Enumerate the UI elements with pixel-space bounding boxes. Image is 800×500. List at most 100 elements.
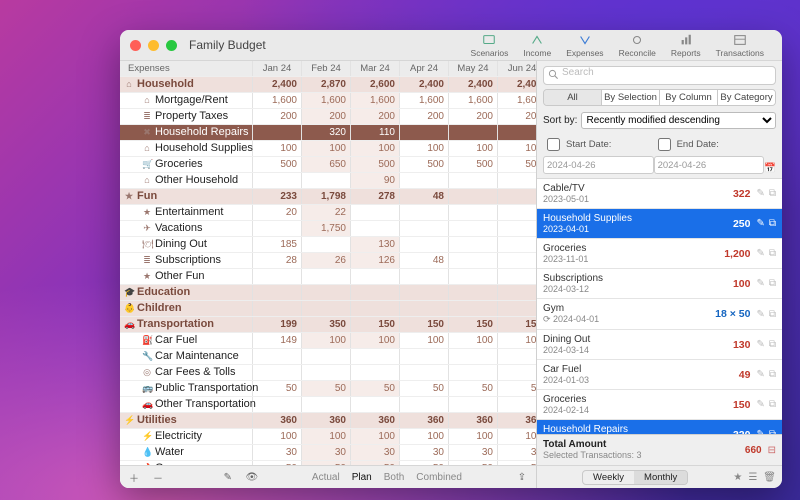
grid-row[interactable]: 🔧Car Maintenance xyxy=(120,349,536,365)
toolbar-scenarios[interactable]: Scenarios xyxy=(471,33,509,58)
start-date-label[interactable]: Start Date: xyxy=(543,135,646,154)
filter-segment: AllBy SelectionBy ColumnBy Category xyxy=(543,89,776,106)
grid-row[interactable]: 🎓Education xyxy=(120,285,536,301)
grid-row[interactable]: ✈Vacations1,750 xyxy=(120,221,536,237)
delete-icon[interactable]: ⊟ xyxy=(768,445,776,456)
mode-combined[interactable]: Combined xyxy=(416,472,462,483)
column-header[interactable]: Jun 24 xyxy=(498,61,537,77)
column-header[interactable]: Apr 24 xyxy=(400,61,449,77)
grid-row[interactable]: 👶Children xyxy=(120,301,536,317)
grid-row[interactable]: ≣Property Taxes200200200200200200200200 xyxy=(120,109,536,125)
column-header[interactable]: Expenses xyxy=(120,61,253,77)
copy-icon[interactable]: ⧉ xyxy=(769,188,776,199)
grid-row[interactable]: 🛒Groceries500650500500500500500500 xyxy=(120,157,536,173)
start-date-checkbox[interactable] xyxy=(547,138,560,151)
grid-row[interactable]: ≣Subscriptions282612648 xyxy=(120,253,536,269)
search-input[interactable]: Search xyxy=(543,66,776,85)
copy-icon[interactable]: ⧉ xyxy=(769,339,776,350)
copy-icon[interactable]: ⧉ xyxy=(769,248,776,259)
edit-icon[interactable]: ✎ xyxy=(756,399,764,410)
grid-row[interactable]: 💧Water3030303030303030 xyxy=(120,445,536,461)
close-icon[interactable] xyxy=(130,40,141,51)
grid-row[interactable]: ✖Household Repairs320110 xyxy=(120,125,536,141)
sort-label: Sort by: xyxy=(543,115,577,126)
calendar-icon[interactable]: 📅 xyxy=(764,163,776,174)
copy-icon[interactable]: ⧉ xyxy=(769,218,776,229)
edit-icon[interactable]: ✎ xyxy=(756,278,764,289)
edit-icon[interactable]: ✎ xyxy=(756,248,764,259)
grid-row[interactable]: ◎Car Fees & Tolls xyxy=(120,365,536,381)
copy-icon[interactable]: ⧉ xyxy=(769,369,776,380)
add-button[interactable]: ＋ xyxy=(126,470,142,485)
column-header[interactable]: Feb 24 xyxy=(302,61,351,77)
transaction-row[interactable]: Household Supplies2023-04-01250✎⧉ xyxy=(537,209,782,239)
end-date-checkbox[interactable] xyxy=(658,138,671,151)
start-date-field[interactable] xyxy=(543,156,654,174)
toolbar-transactions[interactable]: Transactions xyxy=(716,33,764,58)
transaction-row[interactable]: Car Fuel2024-01-0349✎⧉ xyxy=(537,360,782,390)
edit-icon[interactable]: ✎ xyxy=(756,369,764,380)
titlebar: Family Budget ScenariosIncomeExpensesRec… xyxy=(120,30,782,61)
edit-icon[interactable]: ✎ xyxy=(220,472,236,483)
share-icon[interactable]: ⇪ xyxy=(514,472,530,483)
end-date-label[interactable]: End Date: xyxy=(654,135,757,154)
toolbar-reconcile[interactable]: Reconcile xyxy=(619,33,656,58)
grid-row[interactable]: ★Other Fun xyxy=(120,269,536,285)
column-header[interactable]: Jan 24 xyxy=(253,61,302,77)
grid-row[interactable]: ⚡Electricity100100100100100100100100 xyxy=(120,429,536,445)
view-icon[interactable]: 👁 xyxy=(244,472,260,483)
transactions-footer: WeeklyMonthly ★ ☰ 🗑 xyxy=(537,465,782,488)
edit-icon[interactable]: ✎ xyxy=(756,339,764,350)
column-header[interactable]: Mar 24 xyxy=(351,61,400,77)
grid-row[interactable]: 🚌Public Transportation5050505050505050 xyxy=(120,381,536,397)
grid-row[interactable]: ⚡Utilities360360360360360360360360 xyxy=(120,413,536,429)
grid-row[interactable]: ★Entertainment2022 xyxy=(120,205,536,221)
toolbar-reports[interactable]: Reports xyxy=(671,33,701,58)
edit-icon[interactable]: ✎ xyxy=(756,309,764,320)
grid-row[interactable]: ⌂Household2,4002,8702,6002,4002,4002,400… xyxy=(120,77,536,93)
transaction-row[interactable]: Dining Out2024-03-14130✎⧉ xyxy=(537,330,782,360)
star-icon[interactable]: ★ xyxy=(733,472,742,483)
transactions-summary: Total AmountSelected Transactions: 3 660… xyxy=(537,434,782,465)
transaction-row[interactable]: Household Repairs2024-02-08320✎⧉ xyxy=(537,420,782,434)
column-header[interactable]: May 24 xyxy=(449,61,498,77)
filter-by-column[interactable]: By Column xyxy=(659,90,717,105)
transaction-row[interactable]: Gym⟳ 2024-04-0118 × 50✎⧉ xyxy=(537,299,782,330)
toolbar-income[interactable]: Income xyxy=(523,33,551,58)
remove-button[interactable]: － xyxy=(150,470,166,485)
transaction-row[interactable]: Cable/TV2023-05-01322✎⧉ xyxy=(537,179,782,209)
edit-icon[interactable]: ✎ xyxy=(756,218,764,229)
columns-icon[interactable]: ☰ xyxy=(748,472,757,483)
mode-both[interactable]: Both xyxy=(384,472,405,483)
edit-icon[interactable]: ✎ xyxy=(756,188,764,199)
transaction-row[interactable]: Groceries2024-02-14150✎⧉ xyxy=(537,390,782,420)
toolbar: Scenarios Income Expenses Reconcile Reports T… xyxy=(471,33,764,58)
grid-row[interactable]: ⌂Other Household90 xyxy=(120,173,536,189)
filter-by-category[interactable]: By Category xyxy=(717,90,775,105)
period-weekly[interactable]: Weekly xyxy=(583,471,634,484)
maximize-icon[interactable] xyxy=(166,40,177,51)
minimize-icon[interactable] xyxy=(148,40,159,51)
grid-row[interactable]: 🚗Other Transportation xyxy=(120,397,536,413)
grid-row[interactable]: 🚗Transportation199350150150150150150150 xyxy=(120,317,536,333)
mode-plan[interactable]: Plan xyxy=(352,472,372,483)
transaction-row[interactable]: Groceries2023-11-011,200✎⧉ xyxy=(537,239,782,269)
sort-select[interactable]: Recently modified descending xyxy=(581,112,776,129)
grid-row[interactable]: ★Fun2331,79827848 xyxy=(120,189,536,205)
toolbar-expenses[interactable]: Expenses xyxy=(566,33,603,58)
grid-row[interactable]: 🍽Dining Out185130 xyxy=(120,237,536,253)
view-mode-segment: Actual Plan Both Combined xyxy=(312,472,462,483)
filter-by-selection[interactable]: By Selection xyxy=(601,90,659,105)
end-date-field[interactable] xyxy=(654,156,765,174)
copy-icon[interactable]: ⧉ xyxy=(769,399,776,410)
grid-row[interactable]: ⌂Mortgage/Rent1,6001,6001,6001,6001,6001… xyxy=(120,93,536,109)
period-monthly[interactable]: Monthly xyxy=(634,471,687,484)
transaction-row[interactable]: Subscriptions2024-03-12100✎⧉ xyxy=(537,269,782,299)
mode-actual[interactable]: Actual xyxy=(312,472,340,483)
filter-all[interactable]: All xyxy=(544,90,601,105)
copy-icon[interactable]: ⧉ xyxy=(769,278,776,289)
grid-row[interactable]: ⌂Household Supplies100100100100100100100… xyxy=(120,141,536,157)
copy-icon[interactable]: ⧉ xyxy=(769,309,776,320)
grid-row[interactable]: ⛽Car Fuel149100100100100100100100 xyxy=(120,333,536,349)
trash-icon[interactable]: 🗑 xyxy=(763,472,776,483)
